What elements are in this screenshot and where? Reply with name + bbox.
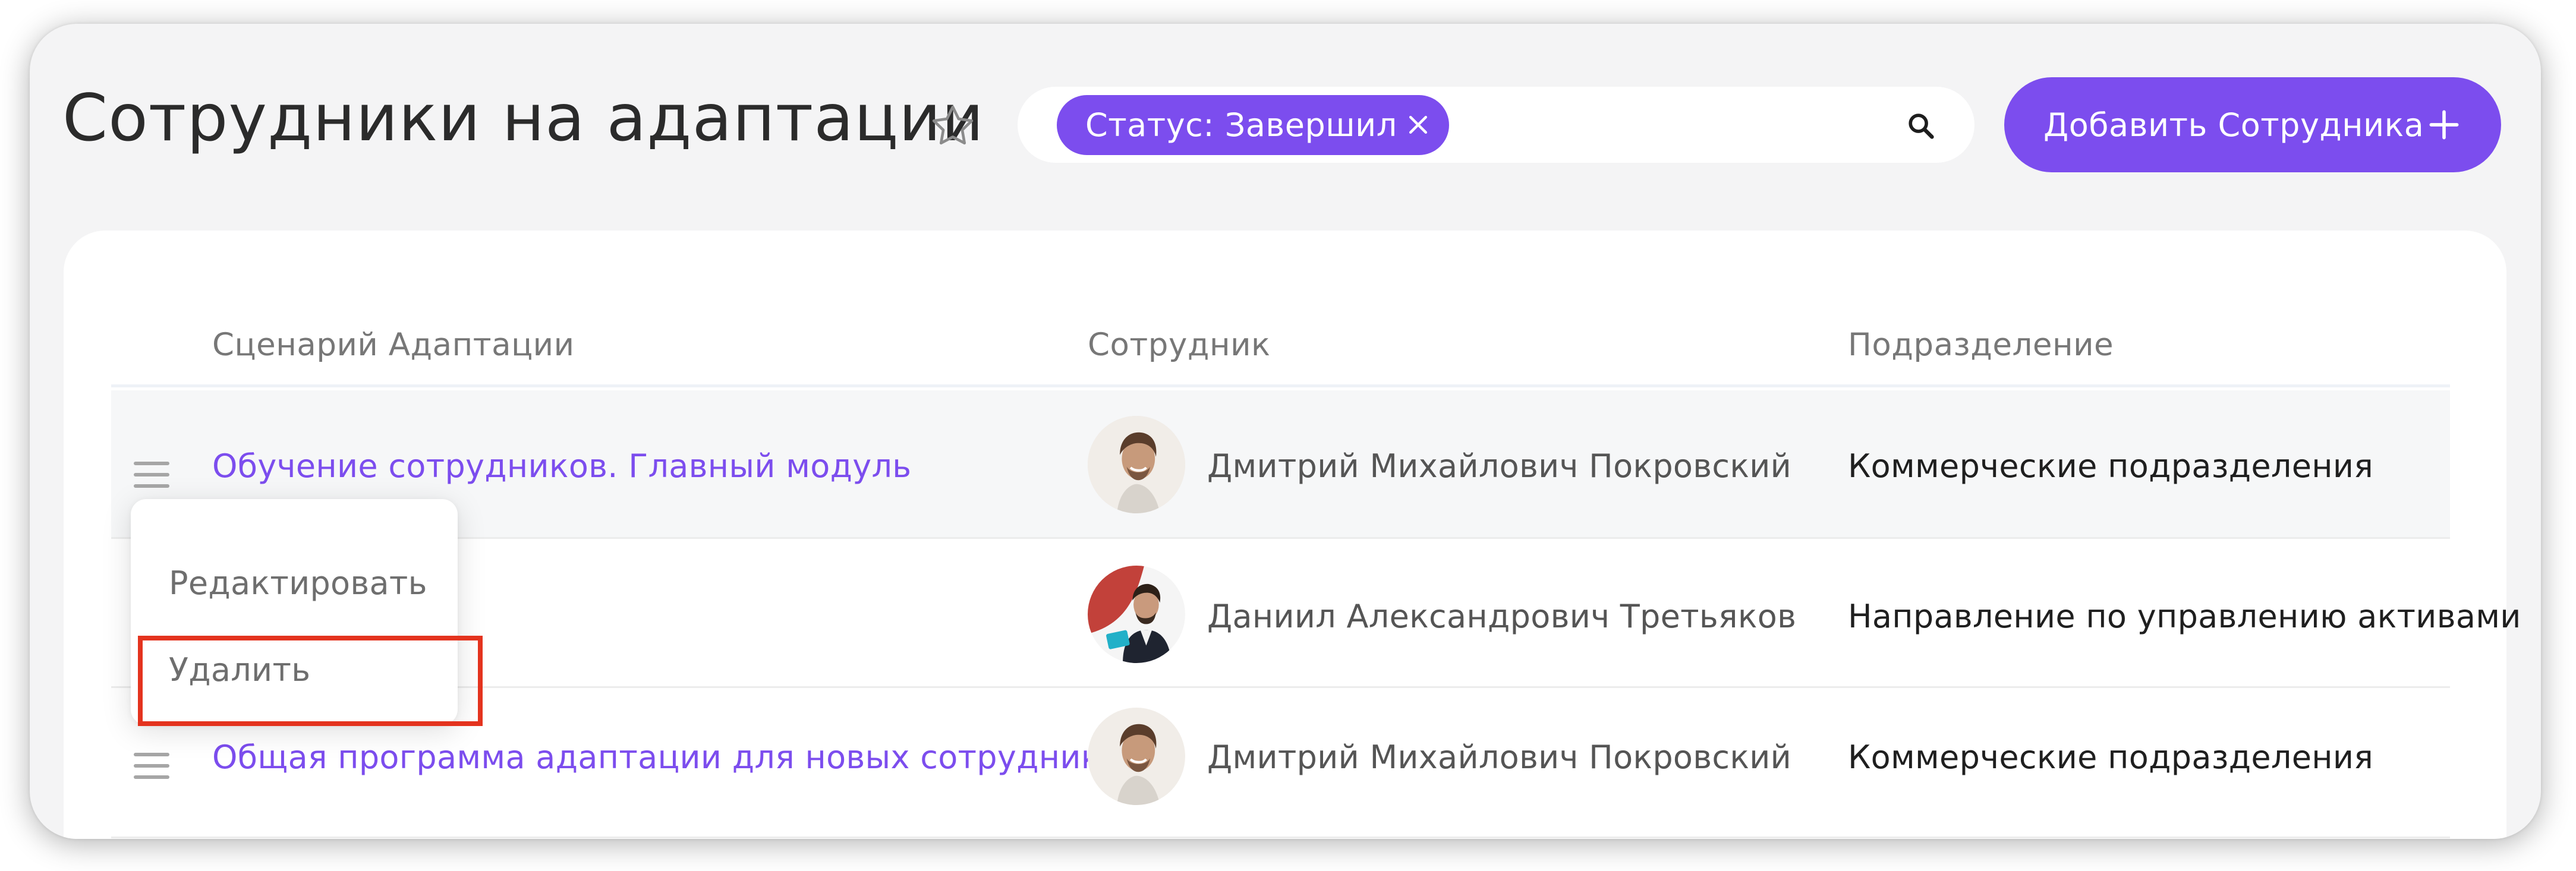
employee-name: Дмитрий Михайлович Покровский (1207, 739, 1792, 776)
column-header-scenario[interactable]: Сценарий Адаптации (212, 327, 575, 363)
table-row[interactable]: Общая программа адаптации для новых сотр… (111, 690, 2450, 838)
add-employee-button[interactable]: Добавить Сотрудника (2004, 77, 2501, 172)
add-employee-button-label: Добавить Сотрудника (2043, 106, 2424, 144)
avatar (1088, 416, 1185, 513)
scenario-link[interactable]: Обучение сотрудников. Главный модуль (212, 447, 911, 485)
department: Направление по управлению активами (1848, 598, 2521, 635)
avatar-photo-icon (1088, 708, 1185, 805)
page-title: Сотрудники на адаптации (62, 80, 984, 156)
department: Коммерческие подразделения (1848, 447, 2374, 485)
column-header-employee[interactable]: Сотрудник (1088, 327, 1271, 363)
row-menu-icon[interactable] (134, 753, 169, 779)
search-icon[interactable] (1906, 111, 1936, 141)
table-header: Сценарий Адаптации Сотрудник Подразделен… (111, 290, 2450, 387)
star-icon[interactable] (927, 101, 978, 152)
table-row[interactable]: Даниил Александрович Третьяков Направлен… (111, 541, 2521, 688)
avatar-photo-icon (1088, 566, 1185, 663)
row-menu-icon[interactable] (134, 462, 169, 488)
filter-chip-status[interactable]: Статус: Завершил (1057, 95, 1449, 155)
scenario-link[interactable]: Общая программа адаптации для новых сотр… (212, 739, 1139, 776)
filter-chip-label: Статус: Завершил (1085, 106, 1397, 144)
plus-icon (2429, 110, 2459, 140)
employee-name: Даниил Александрович Третьяков (1207, 598, 1797, 635)
row-context-menu: Редактировать Удалить (131, 499, 458, 725)
avatar-photo-icon (1088, 416, 1185, 513)
menu-item-edit[interactable]: Редактировать (169, 564, 427, 602)
avatar (1088, 566, 1185, 663)
close-icon[interactable] (1405, 112, 1431, 138)
department: Коммерческие подразделения (1848, 739, 2374, 776)
app-window: Сотрудники на адаптации Статус: Завершил… (30, 24, 2541, 839)
column-header-department[interactable]: Подразделение (1848, 327, 2114, 363)
table-row[interactable]: Обучение сотрудников. Главный модуль Дми… (111, 390, 2450, 539)
search-box[interactable]: Статус: Завершил (1018, 87, 1974, 163)
employee-name: Дмитрий Михайлович Покровский (1207, 447, 1792, 485)
menu-item-delete[interactable]: Удалить (169, 651, 310, 689)
avatar (1088, 708, 1185, 805)
